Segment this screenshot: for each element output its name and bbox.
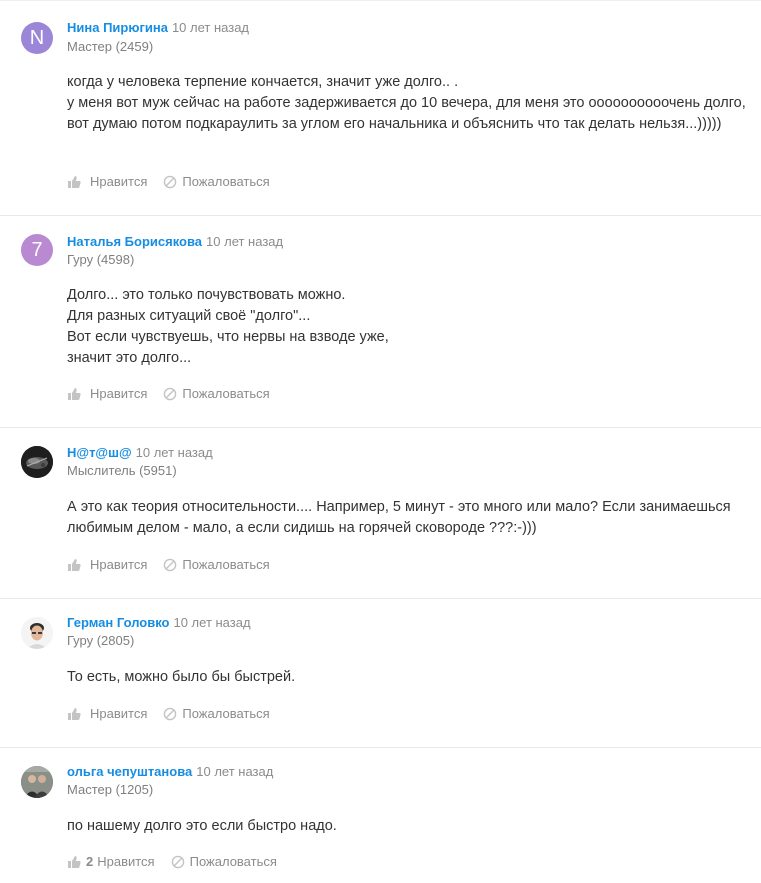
author-name-link[interactable]: Наталья Борисякова	[67, 234, 202, 249]
avatar-image	[21, 766, 53, 798]
like-button[interactable]: 2 Нравится	[67, 854, 155, 869]
answer-text-line: у меня вот муж сейчас на работе задержив…	[67, 95, 746, 132]
answer-header: Нина Пирюгина 10 лет назад	[67, 19, 727, 37]
report-label: Пожаловаться	[182, 706, 270, 721]
answer-text-line: когда у человека терпение кончается, зна…	[67, 74, 459, 90]
answer-time: 10 лет назад	[135, 445, 213, 460]
answer-time: 10 лет назад	[206, 234, 284, 249]
answer-actions: Нравится Пожаловаться	[67, 386, 270, 401]
report-icon	[163, 707, 182, 721]
answer-time: 10 лет назад	[196, 764, 274, 779]
author-rank: Мыслитель (5951)	[67, 463, 177, 478]
like-button[interactable]: Нравится	[67, 386, 147, 401]
like-label: Нравится	[97, 854, 155, 869]
author-rank: Мастер (1205)	[67, 782, 154, 797]
answer-item: Герман Головко 10 лет назад Гуру (2805) Т…	[0, 599, 761, 748]
answer-time: 10 лет назад	[173, 615, 251, 630]
report-icon	[163, 175, 182, 189]
report-button[interactable]: Пожаловаться	[171, 854, 277, 869]
like-label: Нравится	[90, 386, 148, 401]
report-button[interactable]: Пожаловаться	[163, 174, 270, 189]
answer-text-line: А это как теория относительности.... Нап…	[67, 499, 731, 536]
author-rank: Мастер (2459)	[67, 39, 154, 54]
answer-text-line: Вот если чувствуешь, что нервы на взводе…	[67, 329, 389, 345]
report-button[interactable]: Пожаловаться	[163, 557, 270, 572]
answers-list: N Нина Пирюгина 10 лет назад Мастер (2459…	[0, 0, 761, 883]
answer-time: 10 лет назад	[171, 20, 250, 35]
author-name-link[interactable]: Герман Головко	[67, 615, 169, 630]
answer-item: ольга чепуштанова 10 лет назад Мастер (12…	[0, 748, 761, 882]
thumbs-up-icon	[67, 387, 86, 401]
answer-item: 7 Наталья Борисякова 10 лет назад Гуру (4…	[0, 216, 761, 428]
report-button[interactable]: Пожаловаться	[163, 706, 270, 721]
avatar-image	[21, 446, 53, 478]
avatar[interactable]	[21, 446, 53, 478]
author-name-link[interactable]: ольга чепуштанова	[67, 764, 192, 779]
answer-header: Н@т@ш@ 10 лет назад	[67, 444, 727, 462]
answer-actions: Нравится Пожаловаться	[67, 174, 270, 189]
answer-text-line: по нашему долго это если быстро надо.	[67, 818, 337, 834]
report-label: Пожаловаться	[182, 557, 270, 572]
like-button[interactable]: Нравится	[67, 706, 147, 721]
like-label: Нравится	[90, 174, 148, 189]
answer-text: когда у человека терпение кончается, зна…	[67, 72, 747, 135]
answer-text-line: То есть, можно было бы быстрей.	[67, 669, 296, 685]
author-name-link[interactable]: Нина Пирюгина	[67, 20, 168, 35]
like-button[interactable]: Нравится	[67, 174, 147, 189]
like-label: Нравится	[90, 706, 148, 721]
answer-actions: 2 Нравится Пожаловаться	[67, 854, 277, 869]
avatar[interactable]: 7	[21, 234, 53, 266]
thumbs-up-icon	[67, 707, 86, 721]
answer-text: То есть, можно было бы быстрей.	[67, 667, 747, 688]
avatar-image	[21, 617, 53, 649]
answer-text: по нашему долго это если быстро надо.	[67, 816, 747, 837]
answer-item: Н@т@ш@ 10 лет назад Мыслитель (5951) А эт…	[0, 428, 761, 599]
answer-text-line: значит это долго...	[67, 350, 192, 366]
answer-actions: Нравится Пожаловаться	[67, 557, 270, 572]
answer-text-line: Для разных ситуаций своё "долго"...	[67, 308, 311, 324]
report-button[interactable]: Пожаловаться	[163, 386, 270, 401]
answer-header: ольга чепуштанова 10 лет назад	[67, 763, 727, 781]
author-rank: Гуру (4598)	[67, 252, 135, 267]
avatar[interactable]	[21, 617, 53, 649]
answer-header: Наталья Борисякова 10 лет назад	[67, 233, 727, 251]
avatar[interactable]	[21, 766, 53, 798]
report-icon	[163, 558, 182, 572]
like-label: Нравится	[90, 557, 148, 572]
answer-text-line: Долго... это только почувствовать можно.	[67, 287, 346, 303]
report-label: Пожаловаться	[182, 386, 270, 401]
answer-header: Герман Головко 10 лет назад	[67, 614, 727, 632]
report-icon	[163, 387, 182, 401]
answer-text: А это как теория относительности.... Нап…	[67, 497, 747, 539]
like-count: 2	[86, 854, 94, 869]
thumbs-up-icon	[67, 855, 86, 869]
report-label: Пожаловаться	[182, 174, 270, 189]
thumbs-up-icon	[67, 175, 86, 189]
like-button[interactable]: Нравится	[67, 557, 147, 572]
report-label: Пожаловаться	[189, 854, 277, 869]
report-icon	[171, 855, 190, 869]
answer-text: Долго... это только почувствовать можно.…	[67, 285, 747, 369]
answer-actions: Нравится Пожаловаться	[67, 706, 270, 721]
author-rank: Гуру (2805)	[67, 633, 135, 648]
author-name-link[interactable]: Н@т@ш@	[67, 445, 132, 460]
answer-item: N Нина Пирюгина 10 лет назад Мастер (2459…	[0, 1, 761, 216]
thumbs-up-icon	[67, 558, 86, 572]
avatar[interactable]: N	[21, 22, 53, 54]
